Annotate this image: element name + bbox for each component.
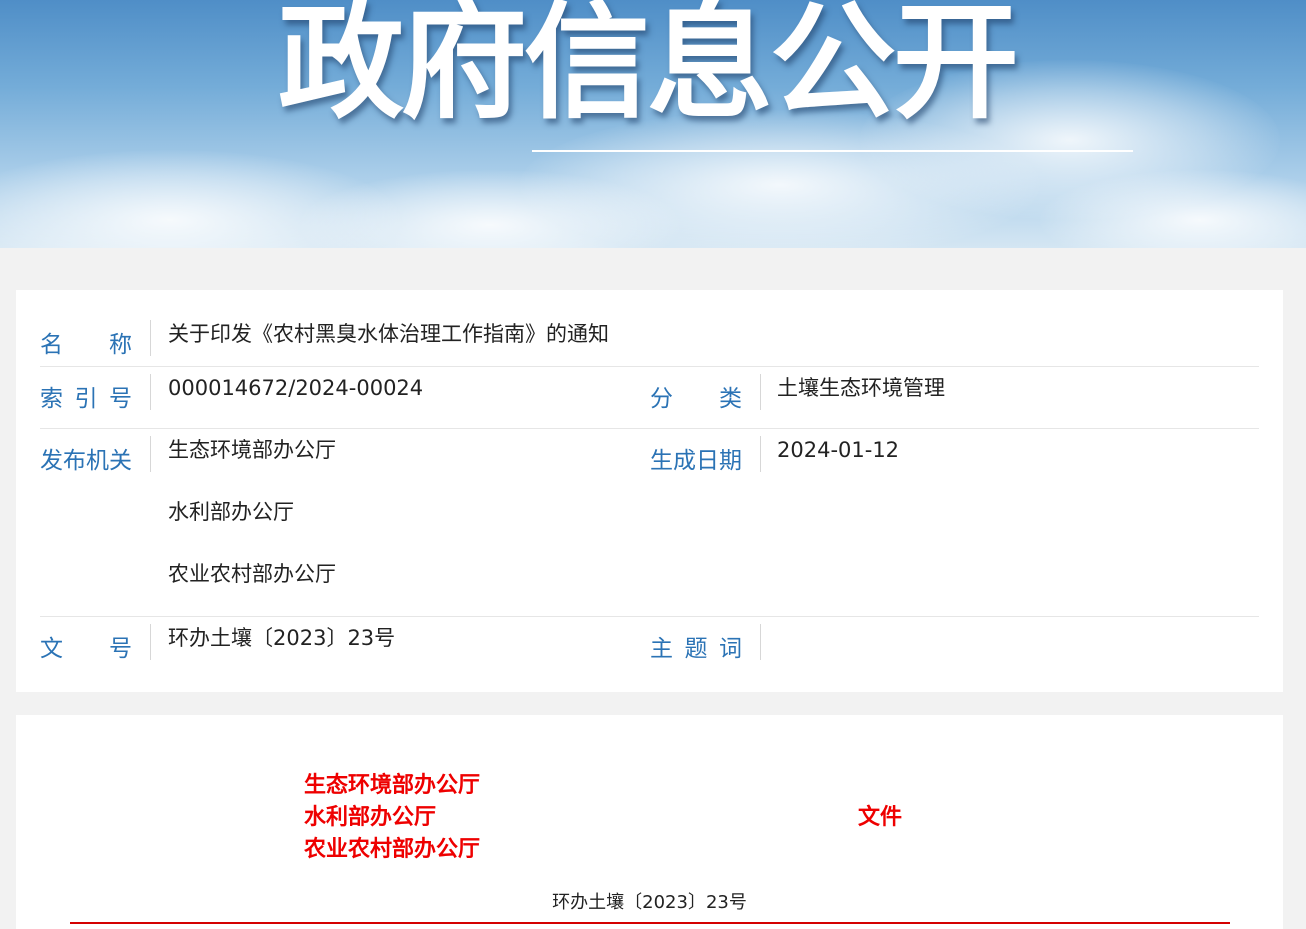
document-body: 生态环境部办公厅 水利部办公厅 农业农村部办公厅 文件 环办土壤〔2023〕23… (16, 715, 1283, 929)
label-divider (150, 624, 151, 660)
value-publisher-2: 水利部办公厅 (168, 500, 294, 524)
label-publisher: 发 布 机 关 (40, 448, 132, 474)
metadata-row-index: 索 引 号 000014672/2024-00024 分 类 土壤生态环境管理 (40, 366, 1259, 429)
label-divider (760, 624, 761, 660)
value-publisher-3: 农业农村部办公厅 (168, 562, 336, 586)
label-keywords: 主 题 词 (650, 636, 742, 662)
banner-underline (532, 150, 1133, 152)
label-name: 名 称 (40, 332, 132, 358)
value-category: 土壤生态环境管理 (777, 376, 945, 400)
label-date: 生 成 日 期 (650, 448, 742, 474)
value-date: 2024-01-12 (777, 438, 900, 462)
label-divider (150, 436, 151, 472)
value-name: 关于印发《农村黑臭水体治理工作指南》的通知 (168, 322, 609, 346)
header-banner: 政府信息公开 (0, 0, 1306, 248)
red-divider (70, 922, 1230, 924)
value-doc-number: 环办土壤〔2023〕23号 (168, 626, 396, 650)
value-publisher-1: 生态环境部办公厅 (168, 438, 336, 462)
metadata-row-name: 名 称 关于印发《农村黑臭水体治理工作指南》的通知 (40, 312, 1259, 367)
label-divider (760, 374, 761, 410)
label-divider (150, 320, 151, 356)
value-index: 000014672/2024-00024 (168, 376, 424, 400)
document-number: 环办土壤〔2023〕23号 (552, 892, 747, 913)
label-divider (150, 374, 151, 410)
issuer-2: 水利部办公厅 (304, 805, 437, 830)
label-doc-number: 文 号 (40, 636, 132, 662)
banner-title: 政府信息公开 (278, 0, 1019, 136)
document-suffix: 文件 (858, 805, 903, 830)
metadata-row-publisher: 发 布 机 关 生态环境部办公厅 水利部办公厅 农业农村部办公厅 生 成 日 期… (40, 428, 1259, 617)
issuer-3: 农业农村部办公厅 (304, 837, 481, 862)
label-divider (760, 436, 761, 472)
metadata-card: 名 称 关于印发《农村黑臭水体治理工作指南》的通知 索 引 号 00001467… (16, 290, 1283, 692)
issuer-1: 生态环境部办公厅 (304, 773, 481, 798)
metadata-row-docno: 文 号 环办土壤〔2023〕23号 主 题 词 (40, 616, 1259, 672)
label-index: 索 引 号 (40, 386, 132, 412)
label-category: 分 类 (650, 386, 742, 412)
